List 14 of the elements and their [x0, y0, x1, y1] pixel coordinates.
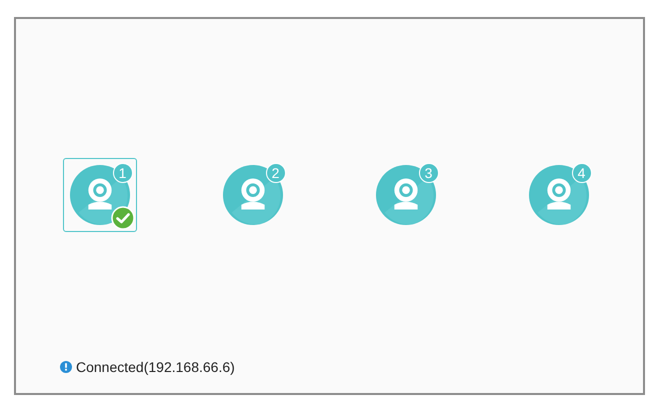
check-icon — [110, 206, 134, 230]
camera-tile[interactable]: 2 — [216, 158, 290, 232]
camera-tile[interactable]: 1 — [62, 158, 136, 232]
camera-number-badge: 2 — [266, 163, 286, 183]
camera-number-badge: 3 — [418, 163, 438, 183]
camera-number-badge: 4 — [572, 163, 592, 183]
camera-number-badge: 1 — [112, 163, 132, 183]
camera-tile[interactable]: 4 — [522, 158, 596, 232]
webcam-icon — [528, 164, 590, 226]
webcam-icon — [374, 164, 436, 226]
camera-tile[interactable]: 3 — [368, 158, 442, 232]
connection-status: Connected(192.168.66.6) — [76, 359, 235, 375]
info-icon — [60, 361, 72, 373]
webcam-icon — [222, 164, 284, 226]
